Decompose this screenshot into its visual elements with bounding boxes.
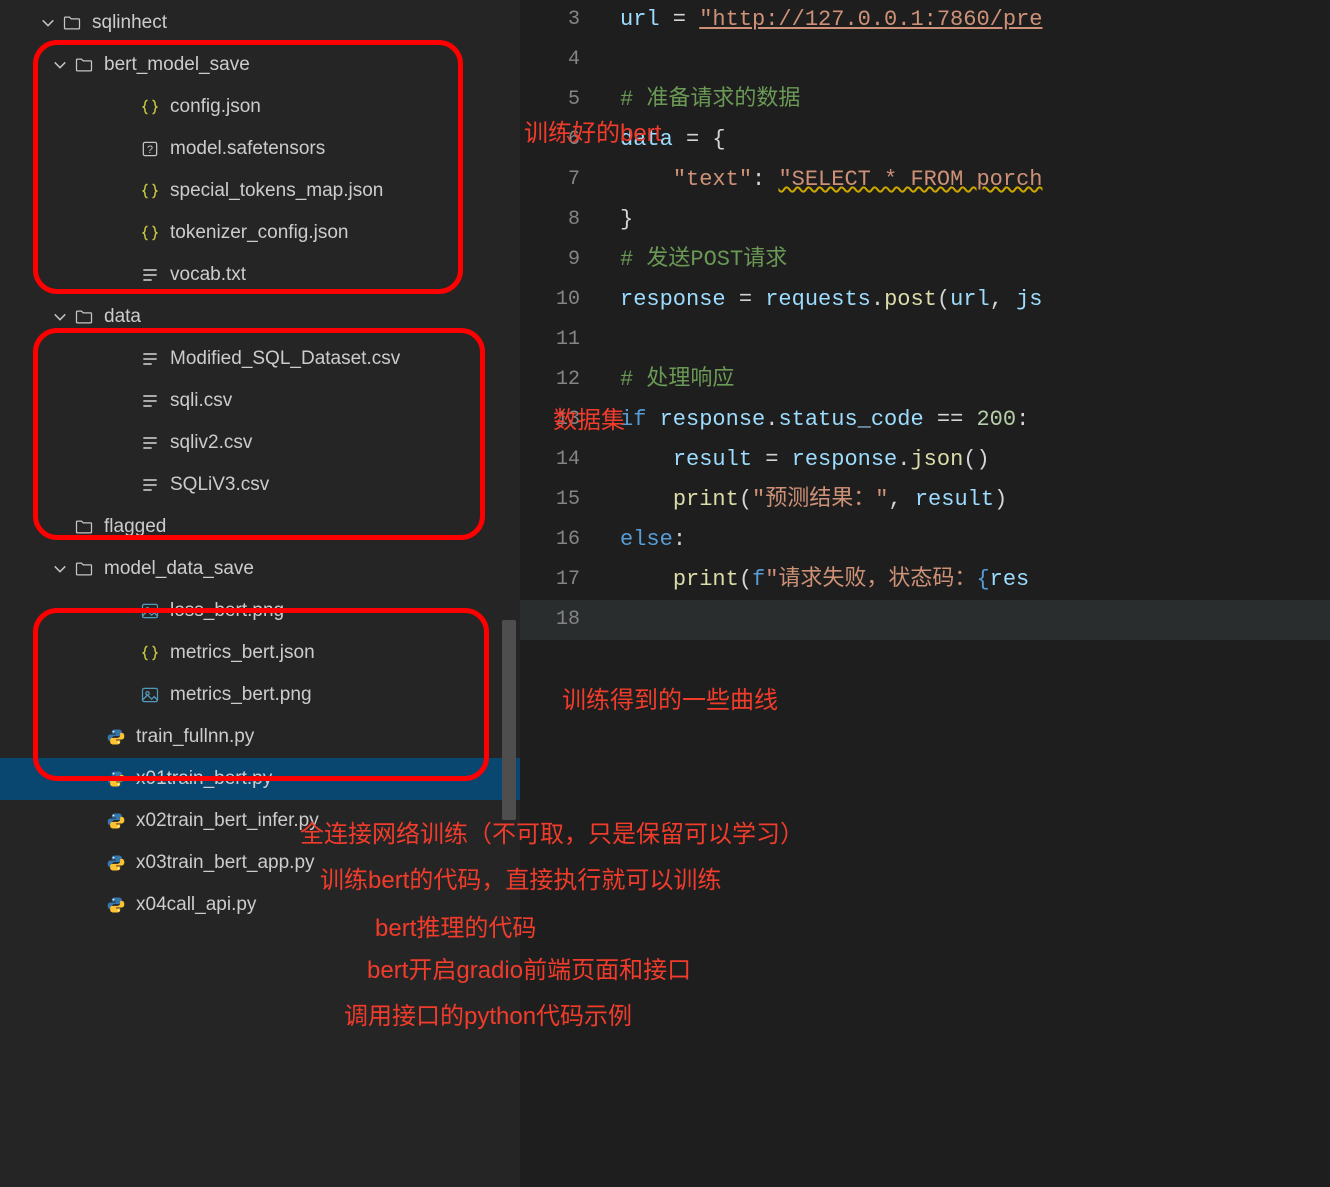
- sidebar-scrollbar[interactable]: [502, 620, 516, 820]
- file-label: metrics_bert.png: [170, 684, 312, 706]
- python-file-icon: [104, 725, 128, 749]
- tree-file[interactable]: sqliv2.csv: [0, 422, 520, 464]
- folder-icon: [72, 557, 96, 581]
- tree-file[interactable]: metrics_bert.json: [0, 632, 520, 674]
- python-file-icon: [104, 851, 128, 875]
- csv-file-icon: [138, 347, 162, 371]
- chevron-down-icon: [50, 55, 70, 75]
- file-label: Modified_SQL_Dataset.csv: [170, 348, 400, 370]
- folder-label: sqlinhect: [92, 12, 167, 34]
- svg-text:?: ?: [147, 144, 153, 156]
- tree-file[interactable]: tokenizer_config.json: [0, 212, 520, 254]
- file-label: config.json: [170, 96, 261, 118]
- tree-folder-root[interactable]: sqlinhect: [0, 2, 520, 44]
- tree-file[interactable]: config.json: [0, 86, 520, 128]
- chevron-down-icon: [38, 13, 58, 33]
- tree-file-x04call-api[interactable]: x04call_api.py: [0, 884, 520, 926]
- file-tree: sqlinhect bert_model_save config.json ? …: [0, 0, 520, 926]
- file-label: SQLiV3.csv: [170, 474, 269, 496]
- folder-icon: [60, 11, 84, 35]
- folder-icon: [72, 305, 96, 329]
- tree-file-x02train-bert-infer[interactable]: x02train_bert_infer.py: [0, 800, 520, 842]
- python-file-icon: [104, 893, 128, 917]
- image-file-icon: [138, 683, 162, 707]
- tree-file[interactable]: ? model.safetensors: [0, 128, 520, 170]
- csv-file-icon: [138, 431, 162, 455]
- file-label: sqli.csv: [170, 390, 232, 412]
- chevron-down-icon: [50, 307, 70, 327]
- text-file-icon: [138, 263, 162, 287]
- file-label: x01train_bert.py: [136, 768, 272, 790]
- tree-file[interactable]: special_tokens_map.json: [0, 170, 520, 212]
- tree-folder-flagged[interactable]: flagged: [0, 506, 520, 548]
- json-icon: [138, 95, 162, 119]
- tree-folder-data[interactable]: data: [0, 296, 520, 338]
- file-label: metrics_bert.json: [170, 642, 315, 664]
- code-content[interactable]: url = "http://127.0.0.1:7860/pre # 准备请求的…: [620, 0, 1330, 640]
- code-editor[interactable]: 3 4 5 6 7 8 9 10 11 12 13 14 15 16 17 18…: [520, 0, 1330, 1187]
- folder-label: flagged: [104, 516, 166, 538]
- line-number-gutter: 3 4 5 6 7 8 9 10 11 12 13 14 15 16 17 18: [520, 0, 600, 640]
- file-label: loss_bert.png: [170, 600, 284, 622]
- tree-file[interactable]: loss_bert.png: [0, 590, 520, 632]
- folder-label: data: [104, 306, 141, 328]
- tree-file[interactable]: metrics_bert.png: [0, 674, 520, 716]
- python-file-icon: [104, 767, 128, 791]
- folder-label: bert_model_save: [104, 54, 250, 76]
- file-label: x02train_bert_infer.py: [136, 810, 319, 832]
- csv-file-icon: [138, 473, 162, 497]
- folder-label: model_data_save: [104, 558, 254, 580]
- file-label: sqliv2.csv: [170, 432, 252, 454]
- tree-file[interactable]: vocab.txt: [0, 254, 520, 296]
- json-icon: [138, 179, 162, 203]
- file-label: x03train_bert_app.py: [136, 852, 315, 874]
- tree-file-x03train-bert-app[interactable]: x03train_bert_app.py: [0, 842, 520, 884]
- file-explorer-sidebar[interactable]: sqlinhect bert_model_save config.json ? …: [0, 0, 520, 1187]
- file-label: train_fullnn.py: [136, 726, 254, 748]
- file-label: special_tokens_map.json: [170, 180, 383, 202]
- chevron-down-icon: [50, 559, 70, 579]
- file-label: x04call_api.py: [136, 894, 256, 916]
- tree-file[interactable]: sqli.csv: [0, 380, 520, 422]
- folder-icon: [72, 515, 96, 539]
- file-label: tokenizer_config.json: [170, 222, 349, 244]
- image-file-icon: [138, 599, 162, 623]
- python-file-icon: [104, 809, 128, 833]
- tree-file[interactable]: Modified_SQL_Dataset.csv: [0, 338, 520, 380]
- json-icon: [138, 221, 162, 245]
- csv-file-icon: [138, 389, 162, 413]
- file-label: vocab.txt: [170, 264, 246, 286]
- folder-icon: [72, 53, 96, 77]
- json-icon: [138, 641, 162, 665]
- unknown-file-icon: ?: [138, 137, 162, 161]
- tree-file-train-fullnn[interactable]: train_fullnn.py: [0, 716, 520, 758]
- tree-folder-bert-model-save[interactable]: bert_model_save: [0, 44, 520, 86]
- file-label: model.safetensors: [170, 138, 325, 160]
- tree-file[interactable]: SQLiV3.csv: [0, 464, 520, 506]
- tree-folder-model-data-save[interactable]: model_data_save: [0, 548, 520, 590]
- tree-file-x01train-bert[interactable]: x01train_bert.py: [0, 758, 520, 800]
